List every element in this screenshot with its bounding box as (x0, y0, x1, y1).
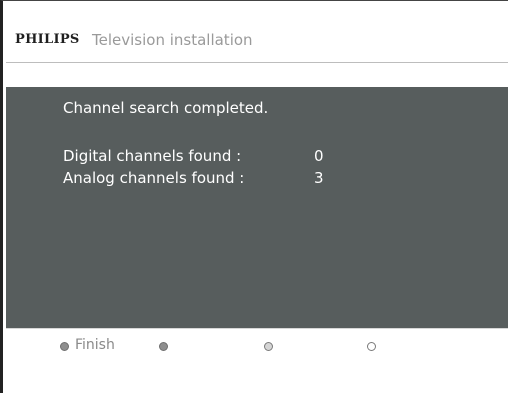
blue-key-dot-icon[interactable] (367, 342, 376, 351)
channel-search-panel: Channel search completed. Digital channe… (6, 87, 508, 328)
color-key-bar: Finish (6, 329, 508, 394)
yellow-key-dot-icon[interactable] (264, 342, 273, 351)
menu-title: Television installation (92, 31, 253, 49)
analog-channels-count: 3 (314, 169, 324, 187)
green-key-dot-icon[interactable] (159, 342, 168, 351)
digital-channels-count: 0 (314, 147, 324, 165)
header-divider (6, 62, 508, 63)
search-status-text: Channel search completed. (63, 99, 269, 117)
menu-header: PHILIPS Television installation (6, 2, 508, 62)
analog-channels-row: Analog channels found : 3 (63, 169, 363, 189)
red-key-dot-icon[interactable] (60, 342, 69, 351)
digital-channels-row: Digital channels found : 0 (63, 147, 363, 167)
tv-menu-window: PHILIPS Television installation Channel … (0, 0, 508, 393)
brand-logo: PHILIPS (15, 32, 80, 47)
analog-channels-label: Analog channels found : (63, 169, 245, 187)
digital-channels-label: Digital channels found : (63, 147, 242, 165)
finish-button[interactable]: Finish (75, 337, 115, 353)
